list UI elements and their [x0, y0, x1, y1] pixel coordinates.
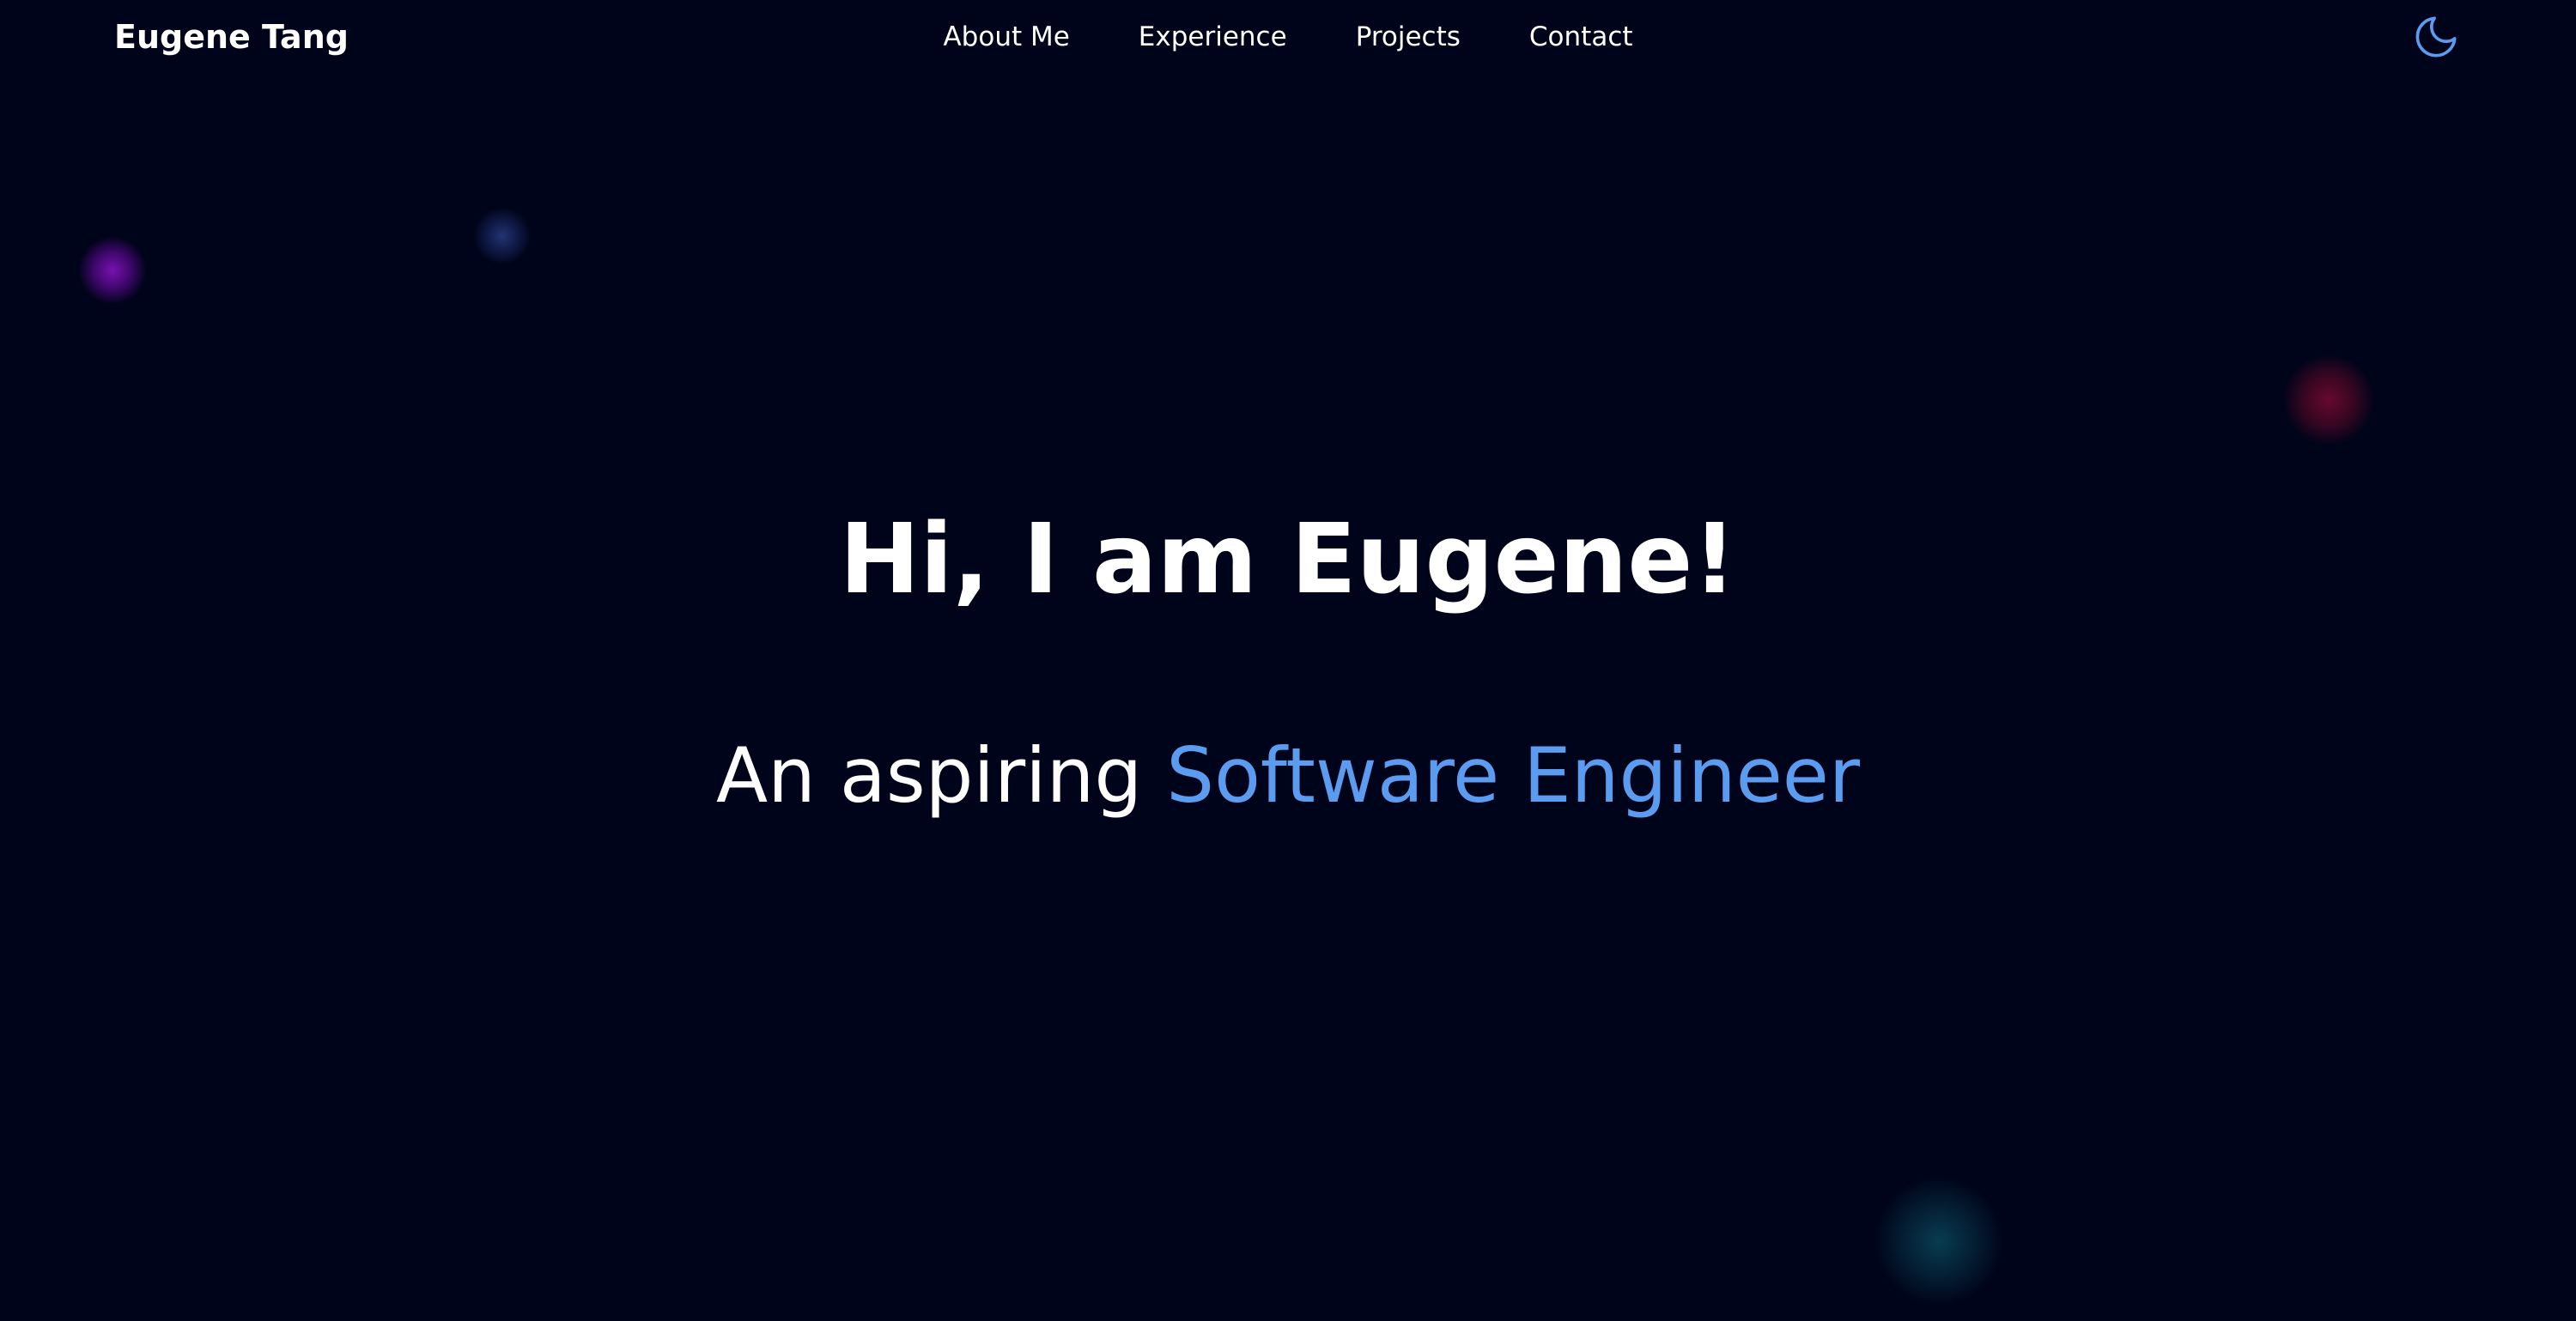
- hero-subtitle-prefix: An aspiring: [715, 731, 1143, 820]
- hero-subtitle: An aspiring Software Engineer: [0, 731, 2576, 820]
- blue-glow-orb: [474, 208, 531, 264]
- nav-links: About Me Experience Projects Contact: [0, 14, 2576, 60]
- hero-title: Hi, I am Eugene!: [839, 504, 1737, 615]
- nav-link-experience[interactable]: Experience: [1139, 14, 1287, 60]
- teal-glow-orb: [1875, 1178, 2002, 1305]
- nav-link-about-me[interactable]: About Me: [943, 14, 1069, 60]
- nav-link-contact[interactable]: Contact: [1529, 14, 1633, 60]
- theme-toggle-button[interactable]: [2411, 12, 2461, 62]
- purple-glow-orb: [79, 237, 146, 304]
- nav-link-projects[interactable]: Projects: [1356, 14, 1461, 60]
- red-glow-orb: [2284, 355, 2373, 445]
- moon-icon: [2415, 16, 2457, 58]
- page: Eugene Tang About Me Experience Projects…: [0, 0, 2576, 1321]
- navbar: Eugene Tang About Me Experience Projects…: [0, 0, 2576, 74]
- hero-subtitle-highlight: Software Engineer: [1166, 731, 1861, 820]
